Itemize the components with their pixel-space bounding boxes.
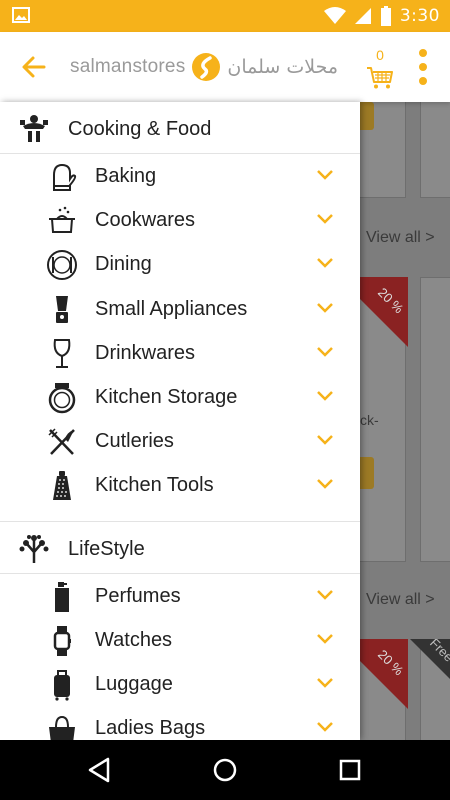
discount-badge: 20 % (360, 277, 408, 347)
cart-count: 0 (376, 47, 384, 63)
section-header-cooking-food[interactable]: Cooking & Food (0, 102, 360, 154)
navigation-drawer: Cooking & Food Baking Cookwares Dining S… (0, 102, 360, 740)
handbag-icon (49, 716, 75, 740)
menu-item-cookwares[interactable]: Cookwares (0, 198, 360, 242)
chevron-down-icon[interactable] (316, 720, 334, 734)
menu-item-label: Ladies Bags (95, 717, 206, 740)
add-button (360, 102, 374, 130)
overflow-menu-icon[interactable] (414, 46, 432, 86)
section-title: Cooking & Food (68, 118, 212, 140)
menu-item-label: Cookwares (95, 209, 196, 232)
discount-badge: 20 % (360, 639, 408, 709)
section-header-lifestyle[interactable]: LifeStyle (0, 522, 360, 574)
background-scrim[interactable]: View all > 20 % ck- View all > 20 % Free… (360, 102, 450, 740)
jar-icon (48, 382, 76, 414)
wine-glass-icon (53, 338, 71, 368)
status-time: 3:30 (399, 6, 440, 26)
menu-item-watches[interactable]: Watches (0, 618, 360, 662)
recents-icon[interactable] (336, 756, 364, 784)
chevron-down-icon[interactable] (316, 389, 334, 403)
product-card (420, 102, 450, 198)
store-logo: salmanstores محلات سلمان (70, 50, 340, 84)
chevron-down-icon[interactable] (316, 676, 334, 690)
product-name: ck- (360, 412, 379, 428)
plate-icon (47, 250, 77, 281)
chevron-down-icon[interactable] (316, 433, 334, 447)
fork-knife-icon (48, 428, 75, 455)
menu-item-luggage[interactable]: Luggage (0, 662, 360, 706)
chevron-down-icon[interactable] (316, 345, 334, 359)
home-icon[interactable] (211, 756, 239, 784)
chevron-down-icon[interactable] (316, 477, 334, 491)
menu-item-kitchen-storage[interactable]: Kitchen Storage (0, 375, 360, 419)
menu-item-cutleries[interactable]: Cutleries (0, 419, 360, 463)
view-all-link: View all > (366, 591, 435, 608)
menu-item-label: Kitchen Tools (95, 474, 214, 497)
chevron-down-icon[interactable] (316, 588, 334, 602)
tree-icon (19, 534, 49, 563)
logo-mark-icon (192, 53, 221, 81)
chevron-down-icon[interactable] (316, 632, 334, 646)
chevron-down-icon[interactable] (316, 256, 334, 270)
menu-item-label: Cutleries (95, 430, 174, 453)
cart-icon (367, 67, 393, 89)
back-icon[interactable] (86, 756, 114, 784)
menu-item-label: Watches (95, 628, 173, 651)
system-navigation-bar (0, 740, 450, 800)
signal-icon (354, 8, 371, 24)
watch-icon (53, 625, 71, 656)
menu-item-perfumes[interactable]: Perfumes (0, 574, 360, 618)
free-shipping-badge: Free Ship (410, 639, 450, 709)
perfume-icon (55, 581, 69, 612)
menu-item-drinkwares[interactable]: Drinkwares (0, 331, 360, 375)
menu-item-baking[interactable]: Baking (0, 154, 360, 198)
blender-icon (56, 295, 68, 323)
pot-icon (49, 206, 75, 234)
menu-item-label: Perfumes (95, 584, 181, 607)
wifi-icon (323, 7, 346, 24)
app-bar: salmanstores محلات سلمان 0 (0, 32, 450, 102)
oven-mitt-icon (53, 163, 77, 191)
chef-icon (20, 115, 48, 142)
add-button (360, 457, 374, 489)
chevron-down-icon[interactable] (316, 301, 334, 315)
menu-item-label: Small Appliances (95, 297, 248, 320)
menu-item-dining[interactable]: Dining (0, 242, 360, 286)
chevron-down-icon[interactable] (316, 168, 334, 182)
section-divider (0, 508, 360, 522)
menu-item-label: Luggage (95, 672, 173, 695)
menu-item-ladies-bags[interactable]: Ladies Bags (0, 706, 360, 740)
section-title: LifeStyle (68, 537, 145, 560)
product-card (420, 277, 450, 562)
status-bar: 3:30 (0, 0, 450, 32)
luggage-icon (54, 669, 70, 701)
menu-item-small-appliances[interactable]: Small Appliances (0, 287, 360, 331)
menu-item-label: Drinkwares (95, 341, 196, 364)
menu-item-label: Dining (95, 253, 152, 276)
logo-text-ar: محلات سلمان (227, 56, 339, 78)
cart-button[interactable]: 0 (364, 44, 396, 94)
battery-icon (380, 6, 391, 26)
menu-item-label: Kitchen Storage (95, 385, 238, 408)
chevron-down-icon[interactable] (316, 212, 334, 226)
logo-text-en: salmanstores (70, 56, 186, 77)
view-all-link: View all > (366, 229, 435, 246)
menu-item-label: Baking (95, 165, 157, 187)
status-icons: 3:30 (323, 4, 440, 28)
menu-item-kitchen-tools[interactable]: Kitchen Tools (0, 463, 360, 507)
back-arrow-icon[interactable] (18, 51, 50, 83)
image-icon (12, 7, 30, 23)
grater-icon (53, 471, 71, 501)
